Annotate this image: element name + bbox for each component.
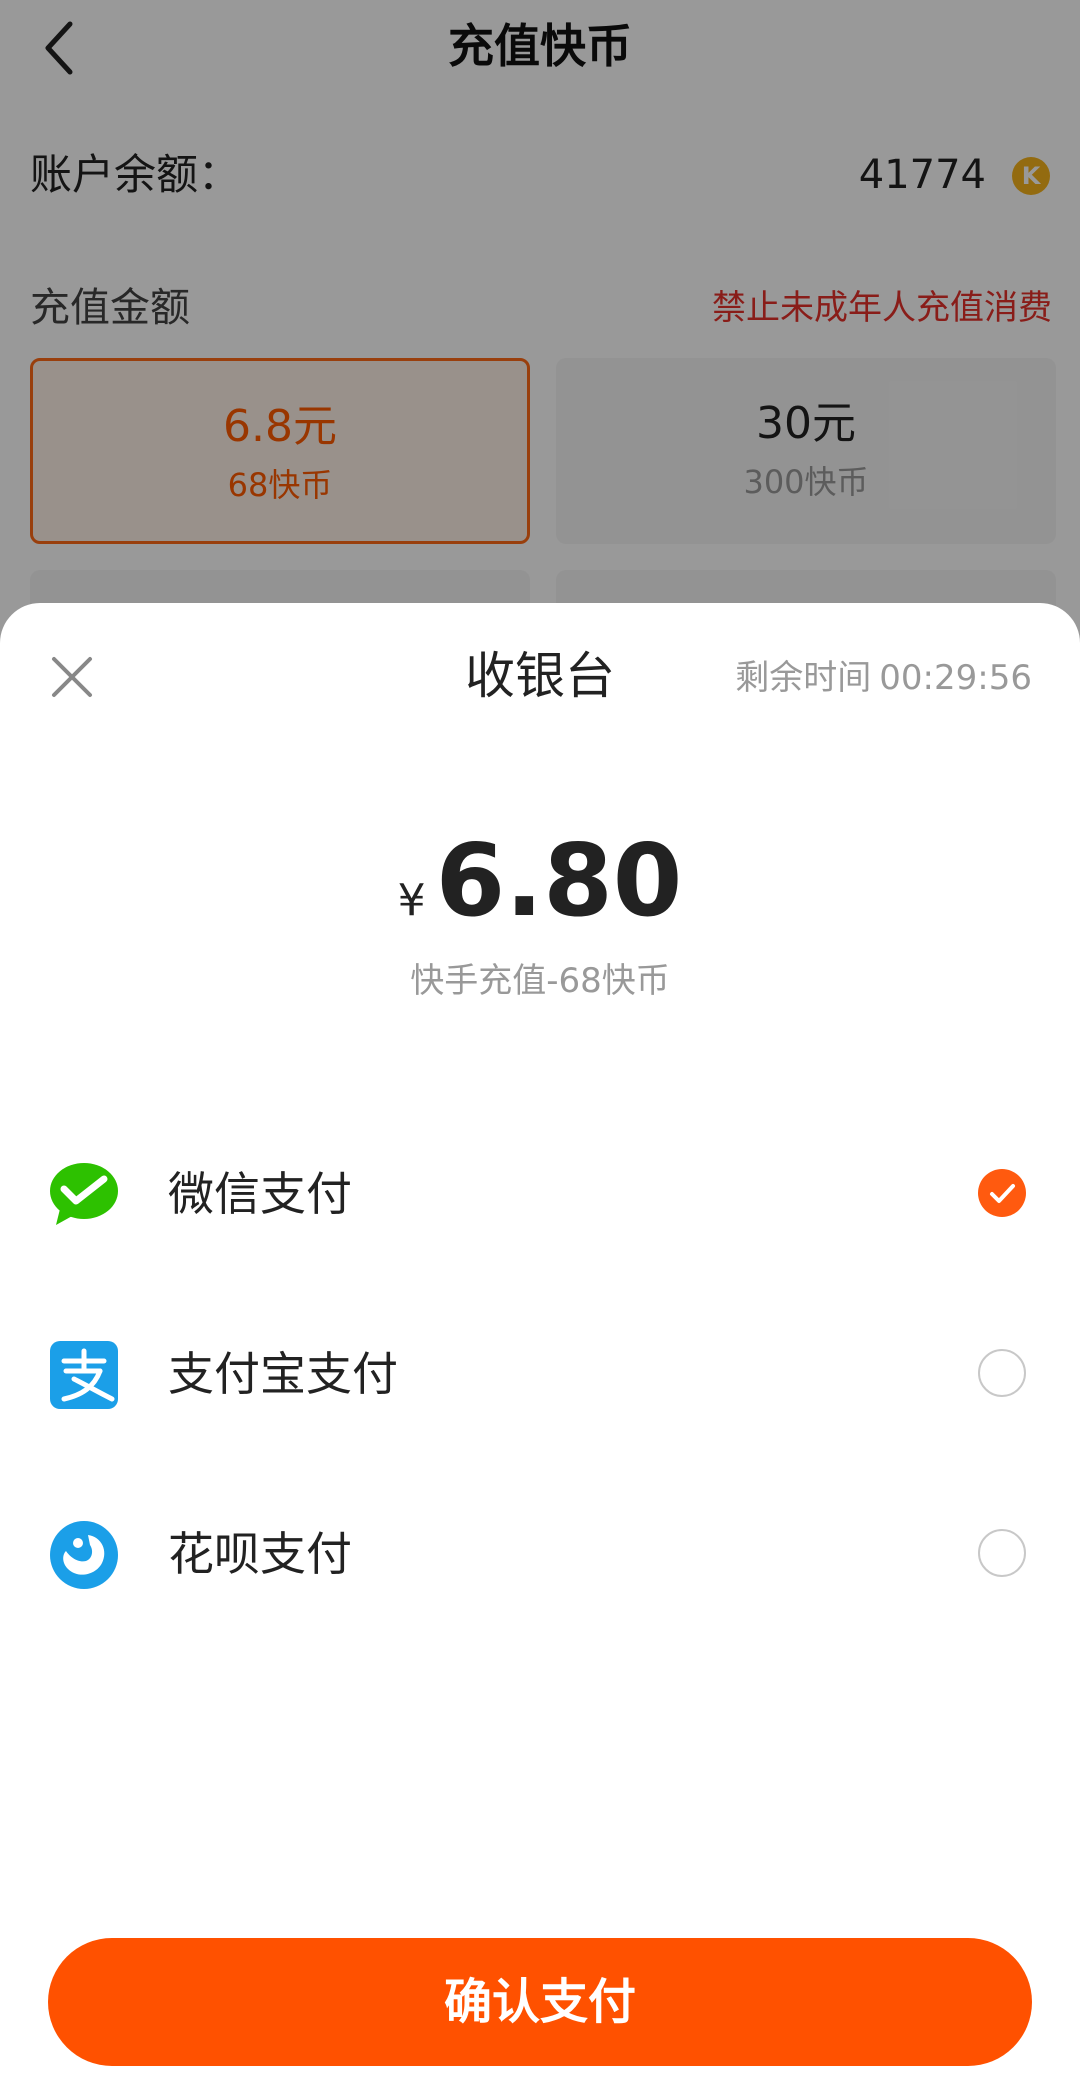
- radio-checked[interactable]: [978, 1169, 1026, 1217]
- currency-symbol: ¥: [397, 875, 426, 926]
- huabei-icon: [50, 1521, 118, 1589]
- price-block: ¥6.80: [0, 821, 1080, 941]
- payment-option-wechat[interactable]: 微信支付: [0, 1103, 1080, 1283]
- cashier-header: 收银台 剩余时间 00:29:56: [0, 603, 1080, 743]
- countdown-label: 剩余时间: [735, 658, 872, 698]
- payment-label: 支付宝支付: [168, 1347, 398, 1401]
- payment-label: 微信支付: [168, 1167, 352, 1221]
- confirm-payment-button[interactable]: 确认支付: [48, 1938, 1032, 2066]
- radio-unchecked[interactable]: [978, 1349, 1026, 1397]
- radio-unchecked[interactable]: [978, 1529, 1026, 1577]
- alipay-icon: [50, 1341, 118, 1409]
- cashier-sheet: 收银台 剩余时间 00:29:56 ¥6.80 快手充值-68快币 微信支付 支…: [0, 603, 1080, 2079]
- wechat-pay-icon: [50, 1163, 118, 1225]
- payment-label: 花呗支付: [168, 1527, 352, 1581]
- payment-method-list: 微信支付 支付宝支付 花呗支付: [0, 1103, 1080, 1643]
- order-description: 快手充值-68快币: [410, 961, 670, 1001]
- payment-amount: 6.80: [435, 822, 683, 939]
- payment-option-alipay[interactable]: 支付宝支付: [0, 1283, 1080, 1463]
- countdown: 剩余时间 00:29:56: [735, 653, 1032, 703]
- payment-option-huabei[interactable]: 花呗支付: [0, 1463, 1080, 1643]
- countdown-value: 00:29:56: [879, 658, 1032, 698]
- checkmark-icon: [990, 1184, 1015, 1203]
